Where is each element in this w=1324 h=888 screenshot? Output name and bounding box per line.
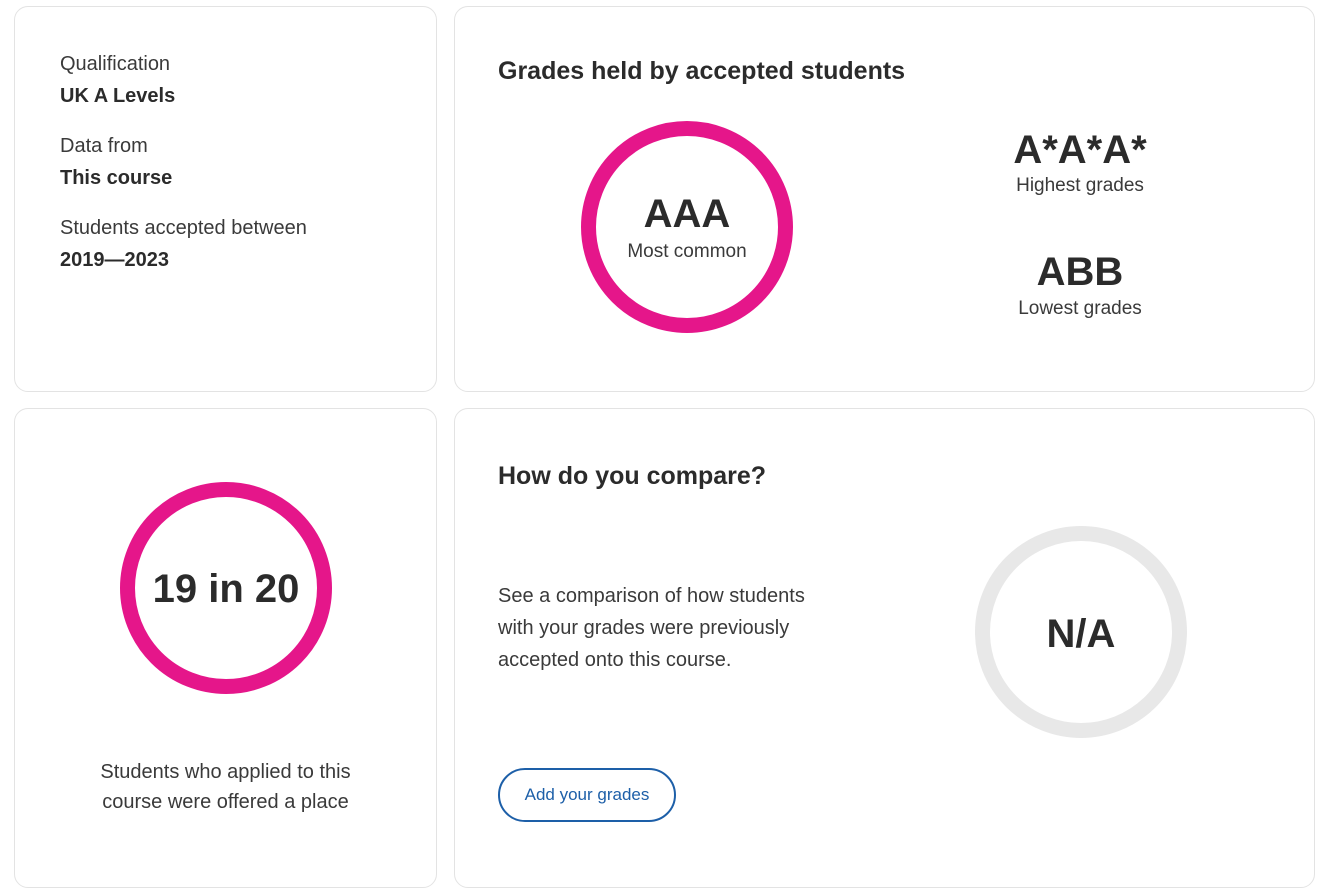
lowest-grades-label: Lowest grades xyxy=(1018,298,1142,319)
lowest-grades-value: ABB xyxy=(1036,250,1124,294)
compare-body-line1: See a comparison of how students xyxy=(498,585,805,607)
most-common-label: Most common xyxy=(627,241,747,262)
compare-body-line3: accepted onto this course. xyxy=(498,649,732,671)
accepted-between-label: Students accepted between xyxy=(60,217,307,239)
qualification-value: UK A Levels xyxy=(60,85,176,107)
data-from-label: Data from xyxy=(60,135,148,157)
compare-card-title: How do you compare? xyxy=(498,462,767,490)
highest-grades-value: A*A*A* xyxy=(1013,128,1147,172)
grades-card-title: Grades held by accepted students xyxy=(498,57,906,85)
offer-rate-description-line2: course were offered a place xyxy=(102,791,349,813)
highest-grades-label: Highest grades xyxy=(1016,175,1144,196)
compare-result-value: N/A xyxy=(1046,612,1116,656)
offer-rate-description-line1: Students who applied to this xyxy=(100,761,351,783)
most-common-grade: AAA xyxy=(643,192,731,236)
compare-body-line2: with your grades were previously xyxy=(498,617,790,639)
add-your-grades-button[interactable]: Add your grades xyxy=(498,768,676,822)
accepted-between-value: 2019—2023 xyxy=(60,249,169,271)
data-from-value: This course xyxy=(60,167,173,189)
offer-rate-value: 19 in 20 xyxy=(152,567,300,611)
qualification-label: Qualification xyxy=(60,53,171,75)
